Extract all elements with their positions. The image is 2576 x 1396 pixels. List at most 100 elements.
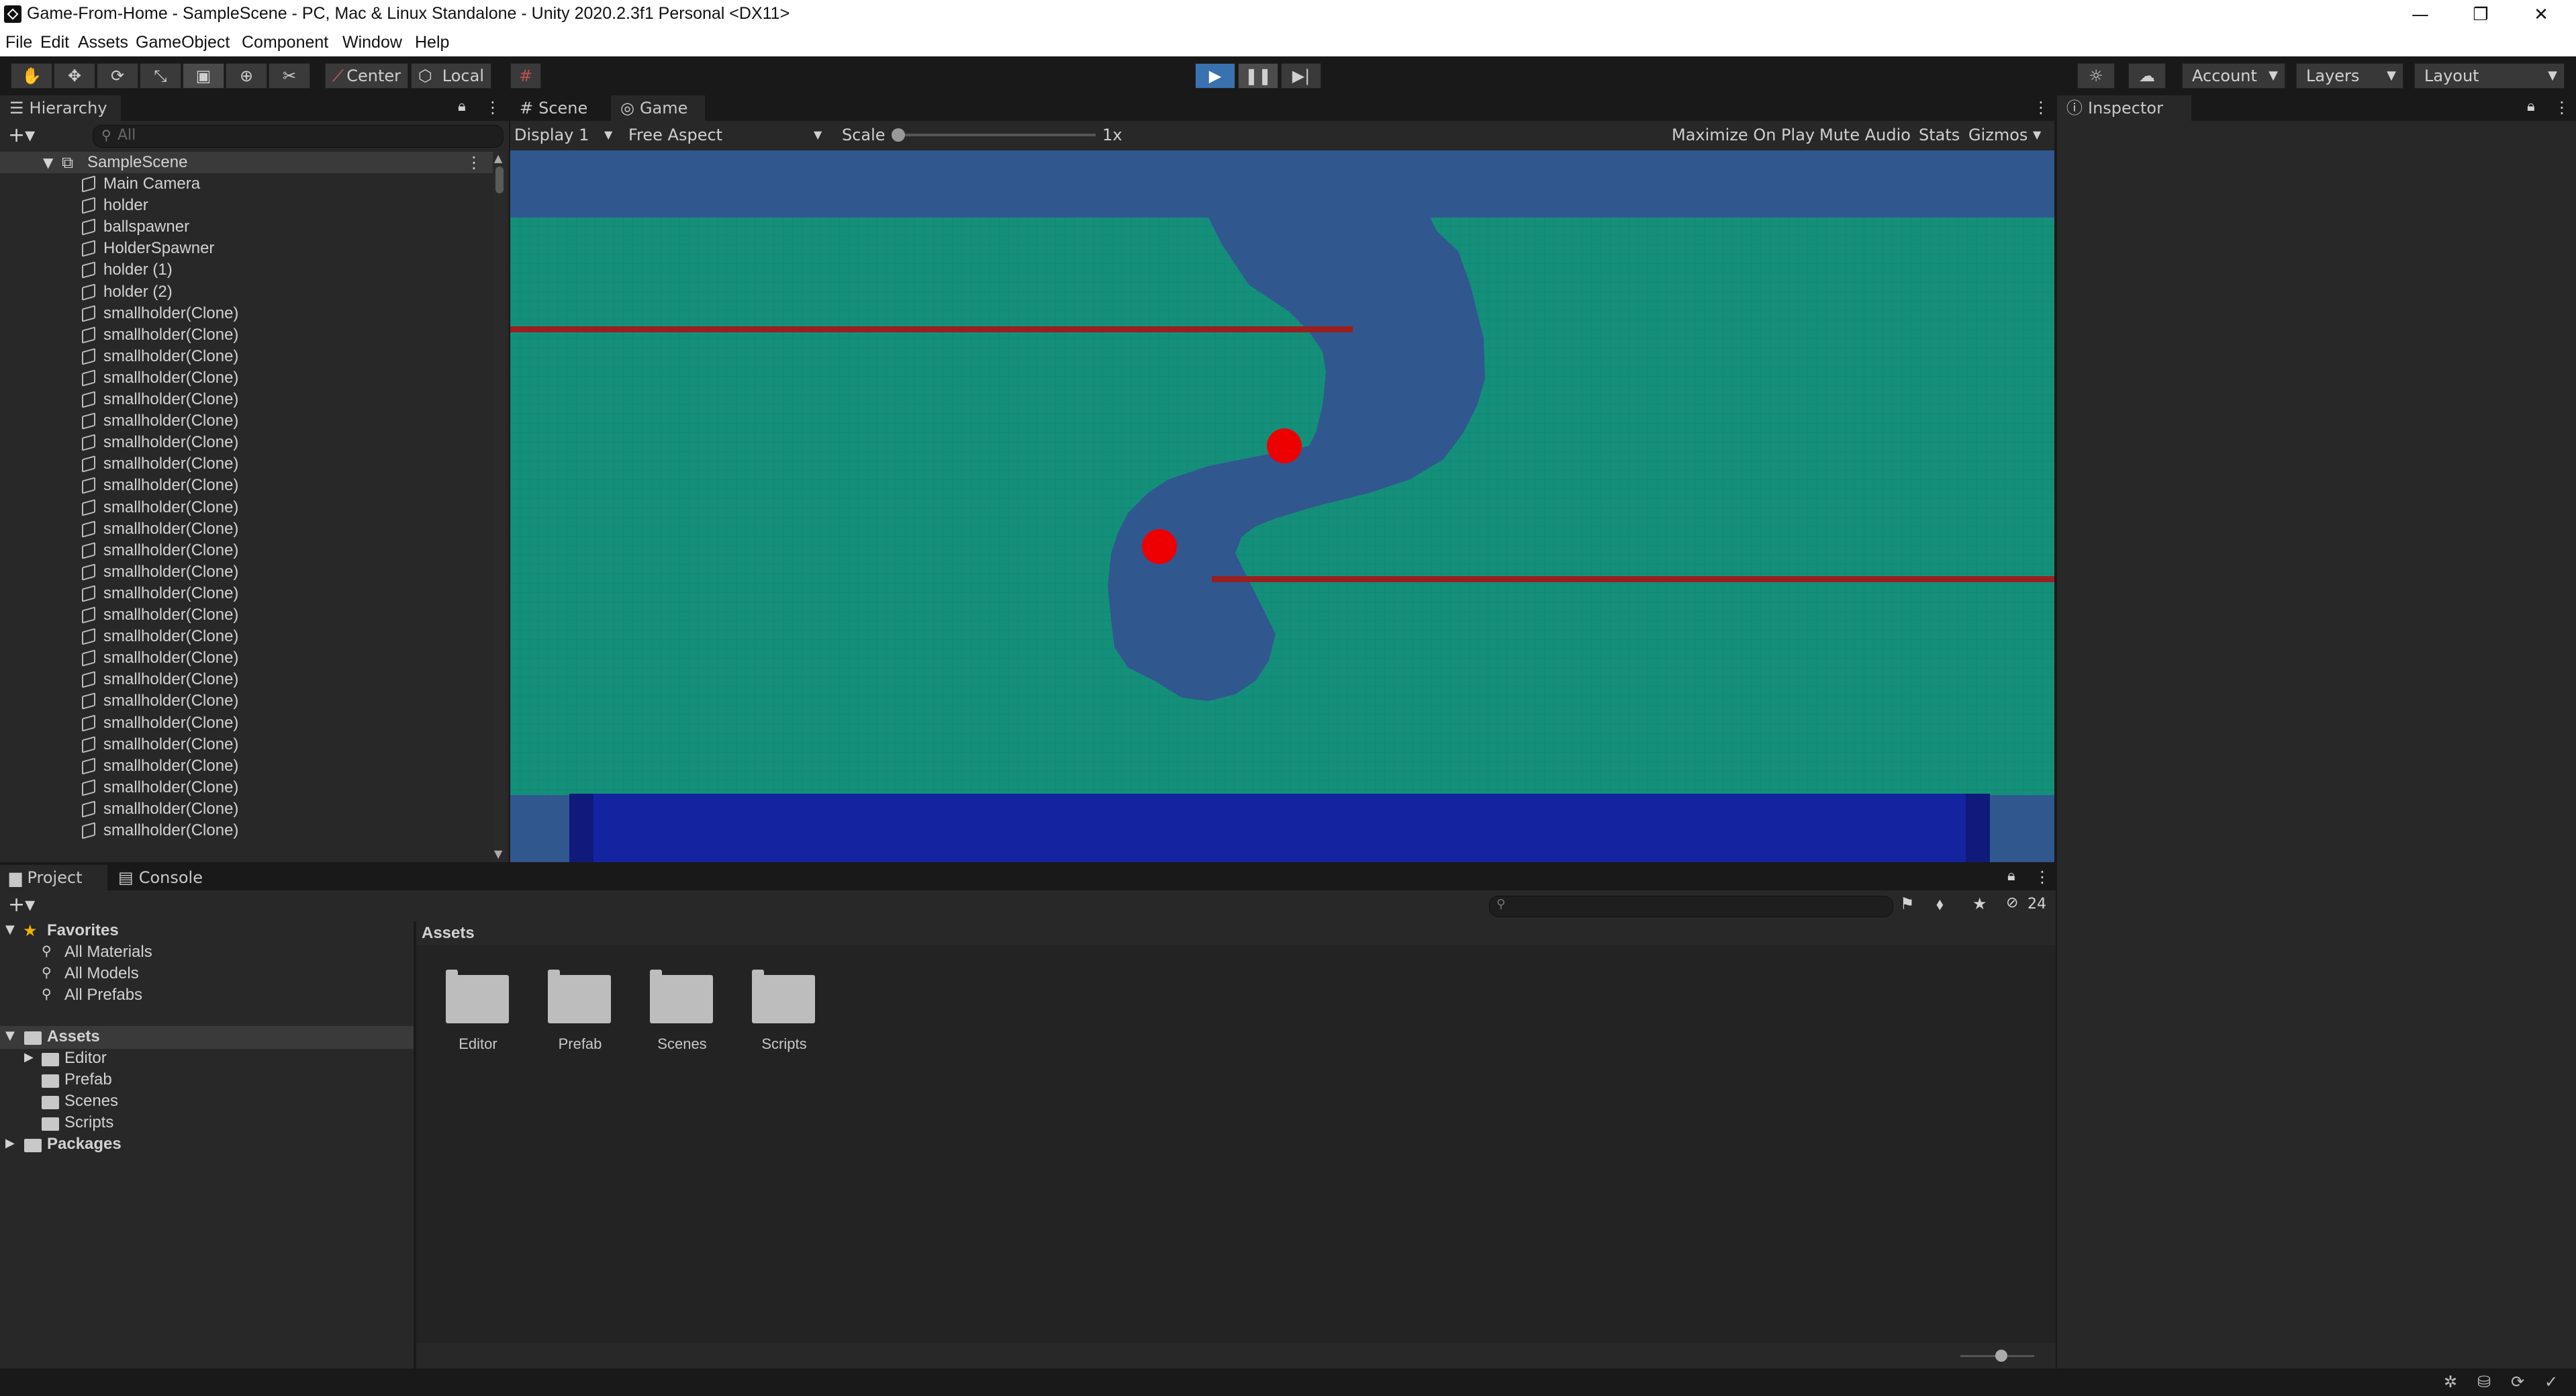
hierarchy-item[interactable]: smallholder(Clone) bbox=[0, 303, 497, 324]
mute-audio-toggle[interactable]: Mute Audio bbox=[1819, 121, 1911, 149]
minimize-button[interactable]: — bbox=[2393, 0, 2447, 30]
menu-file[interactable]: File bbox=[5, 33, 32, 52]
hierarchy-item[interactable]: smallholder(Clone) bbox=[0, 777, 497, 798]
snap-grid-icon[interactable]: # bbox=[510, 63, 541, 89]
packages-label[interactable]: Packages bbox=[47, 1135, 122, 1154]
tree-folder-scripts[interactable]: Scripts bbox=[64, 1113, 113, 1132]
debug-icon[interactable]: ✲ bbox=[2444, 1372, 2457, 1391]
hierarchy-item[interactable]: smallholder(Clone) bbox=[0, 346, 497, 367]
pause-button[interactable]: ❚❚ bbox=[1238, 63, 1278, 89]
hierarchy-item[interactable]: holder (1) bbox=[0, 259, 497, 281]
tab-scene[interactable]: # Scene bbox=[510, 95, 611, 121]
tab-hierarchy[interactable]: ☰ Hierarchy bbox=[0, 95, 121, 121]
step-button[interactable]: ▶| bbox=[1281, 63, 1321, 89]
hierarchy-item[interactable]: smallholder(Clone) bbox=[0, 647, 497, 669]
hierarchy-item[interactable]: smallholder(Clone) bbox=[0, 518, 497, 540]
grid-folder-scripts[interactable]: Scripts bbox=[737, 1035, 831, 1053]
display-dropdown[interactable]: Display 1 ▼ bbox=[514, 121, 622, 149]
hierarchy-item[interactable]: holder (2) bbox=[0, 281, 497, 303]
hierarchy-item[interactable]: smallholder(Clone) bbox=[0, 561, 497, 583]
expand-arrow-icon[interactable]: ▼ bbox=[43, 152, 53, 173]
menu-window[interactable]: Window bbox=[342, 33, 402, 52]
hierarchy-item[interactable]: smallholder(Clone) bbox=[0, 410, 497, 432]
maximize-on-play-toggle[interactable]: Maximize On Play bbox=[1672, 121, 1815, 149]
aspect-dropdown[interactable]: Free Aspect ▼ bbox=[623, 121, 831, 149]
hierarchy-item[interactable]: smallholder(Clone) bbox=[0, 798, 497, 820]
lock-icon[interactable]: 🔒︎ bbox=[2527, 98, 2535, 115]
hierarchy-item[interactable]: smallholder(Clone) bbox=[0, 755, 497, 777]
hidden-eye-icon[interactable]: ⊘ bbox=[2006, 894, 2018, 911]
tab-project[interactable]: ▆ Project bbox=[0, 865, 107, 890]
hierarchy-item[interactable]: smallholder(Clone) bbox=[0, 432, 497, 453]
hierarchy-item[interactable]: smallholder(Clone) bbox=[0, 734, 497, 755]
hierarchy-item[interactable]: smallholder(Clone) bbox=[0, 583, 497, 604]
hierarchy-item[interactable]: smallholder(Clone) bbox=[0, 475, 497, 496]
hierarchy-item[interactable]: smallholder(Clone) bbox=[0, 820, 497, 841]
scale-slider[interactable] bbox=[894, 134, 1096, 136]
rotate-tool-icon[interactable]: ⟳ bbox=[97, 63, 138, 89]
check-icon[interactable]: ✓ bbox=[2544, 1372, 2558, 1391]
folder-icon[interactable] bbox=[548, 970, 611, 1023]
grid-folder-editor[interactable]: Editor bbox=[431, 1035, 525, 1053]
scroll-up-icon[interactable]: ▲ bbox=[494, 152, 502, 165]
favorites-label[interactable]: Favorites bbox=[47, 921, 119, 940]
tab-inspector[interactable]: ⓘ Inspector bbox=[2057, 95, 2191, 121]
grid-folder-prefab[interactable]: Prefab bbox=[533, 1035, 627, 1053]
menu-help[interactable]: Help bbox=[415, 33, 449, 52]
hierarchy-item[interactable]: HolderSpawner bbox=[0, 238, 497, 259]
hierarchy-item[interactable]: smallholder(Clone) bbox=[0, 389, 497, 410]
filter-type-icon[interactable]: ⚑ bbox=[1900, 894, 1915, 913]
cache-icon[interactable]: ⛁ bbox=[2477, 1372, 2491, 1391]
panel-menu-icon[interactable]: ⋮ bbox=[2033, 98, 2049, 117]
hierarchy-item[interactable]: smallholder(Clone) bbox=[0, 604, 497, 626]
layout-dropdown[interactable]: Layout ▼ bbox=[2414, 63, 2565, 89]
restore-button[interactable]: ❐ bbox=[2454, 0, 2508, 30]
filter-label-icon[interactable]: ⬧ bbox=[1936, 894, 1944, 913]
folder-icon[interactable] bbox=[650, 970, 713, 1023]
folder-icon[interactable] bbox=[446, 970, 509, 1023]
hierarchy-item[interactable]: smallholder(Clone) bbox=[0, 324, 497, 346]
menu-gameobject[interactable]: GameObject bbox=[136, 33, 230, 52]
tab-console[interactable]: ▤ Console bbox=[109, 865, 223, 890]
tree-folder-editor[interactable]: Editor bbox=[64, 1049, 107, 1068]
hierarchy-item[interactable]: smallholder(Clone) bbox=[0, 367, 497, 389]
collab-icon[interactable]: ☼ bbox=[2077, 63, 2115, 89]
close-button[interactable]: ✕ bbox=[2514, 0, 2568, 30]
panel-menu-icon[interactable]: ⋮ bbox=[2554, 98, 2570, 117]
scroll-down-icon[interactable]: ▼ bbox=[494, 847, 502, 860]
expand-arrow-icon[interactable]: ▶ bbox=[5, 1136, 15, 1150]
panel-menu-icon[interactable]: ⋮ bbox=[2034, 868, 2050, 886]
custom-tool-icon[interactable]: ✂ bbox=[269, 63, 310, 89]
assets-label[interactable]: Assets bbox=[47, 1027, 100, 1046]
hierarchy-search-input[interactable]: ⚲ All bbox=[93, 125, 504, 148]
panel-menu-icon[interactable]: ⋮ bbox=[485, 98, 501, 117]
gizmos-toggle[interactable]: Gizmos bbox=[1968, 121, 2028, 149]
tree-folder-prefab[interactable]: Prefab bbox=[64, 1070, 112, 1089]
icon-size-slider-handle[interactable] bbox=[1995, 1350, 2007, 1362]
pivot-center-button[interactable]: ⟋ Center bbox=[325, 63, 408, 89]
tab-game[interactable]: ◎ Game bbox=[611, 95, 705, 121]
folder-icon[interactable] bbox=[752, 970, 815, 1023]
pivot-local-button[interactable]: ⬡ Local bbox=[411, 63, 491, 89]
hand-tool-icon[interactable]: ✋ bbox=[11, 63, 52, 89]
progress-icon[interactable]: ⟳ bbox=[2511, 1372, 2524, 1391]
hierarchy-item[interactable]: smallholder(Clone) bbox=[0, 497, 497, 518]
play-button[interactable]: ▶ bbox=[1195, 63, 1235, 89]
hierarchy-item[interactable]: smallholder(Clone) bbox=[0, 712, 497, 734]
hierarchy-scrollbar[interactable]: ▲ ▼ bbox=[493, 152, 506, 862]
project-search-input[interactable]: ⚲ bbox=[1489, 896, 1893, 917]
expand-arrow-icon[interactable]: ▼ bbox=[5, 1029, 15, 1043]
expand-arrow-icon[interactable]: ▶ bbox=[24, 1050, 34, 1064]
hierarchy-item[interactable]: smallholder(Clone) bbox=[0, 540, 497, 561]
hierarchy-item[interactable]: Main Camera bbox=[0, 173, 497, 195]
scale-slider-handle[interactable] bbox=[892, 128, 905, 142]
layers-dropdown[interactable]: Layers ▼ bbox=[2296, 63, 2403, 89]
favorite-all-materials[interactable]: All Materials bbox=[64, 943, 152, 962]
hierarchy-item[interactable]: smallholder(Clone) bbox=[0, 669, 497, 690]
tree-folder-scenes[interactable]: Scenes bbox=[64, 1092, 118, 1111]
hierarchy-item[interactable]: ballspawner bbox=[0, 216, 497, 238]
hierarchy-item[interactable]: holder bbox=[0, 195, 497, 216]
add-icon[interactable]: +▾ bbox=[8, 124, 35, 147]
expand-arrow-icon[interactable]: ▼ bbox=[5, 923, 15, 937]
scene-menu-icon[interactable]: ⋮ bbox=[466, 152, 482, 173]
